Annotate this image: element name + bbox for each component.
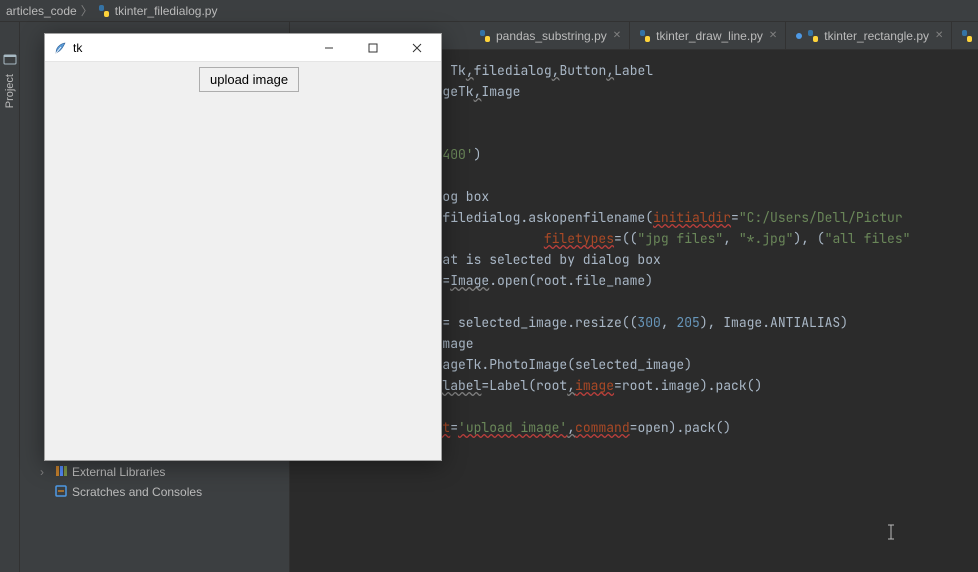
close-icon[interactable]: ✕ (613, 30, 621, 41)
chevron-right-icon: › (40, 465, 50, 479)
modified-dot-icon (796, 33, 802, 39)
tk-window-body: upload image (45, 62, 441, 460)
python-file-icon (806, 29, 820, 43)
tab-tkinter-filedialog-partial[interactable]: tki (952, 22, 978, 49)
tab-tkinter-rectangle[interactable]: tkinter_rectangle.py ✕ (786, 22, 952, 49)
tree-item-label: External Libraries (72, 465, 165, 479)
text-cursor-icon (824, 502, 834, 520)
tree-item-label: Scratches and Consoles (72, 485, 202, 499)
tk-titlebar[interactable]: tk (45, 34, 441, 62)
python-file-icon (960, 29, 974, 43)
python-file-icon (638, 29, 652, 43)
feather-icon (53, 41, 67, 55)
project-tool-rail[interactable]: Project (0, 22, 20, 572)
python-file-icon (478, 29, 492, 43)
minimize-button[interactable] (307, 34, 351, 62)
breadcrumb-separator: 〉 (81, 2, 93, 19)
scratches-icon (54, 484, 68, 501)
upload-image-button[interactable]: upload image (199, 67, 299, 92)
close-button[interactable] (395, 34, 439, 62)
tk-window-title: tk (73, 41, 307, 55)
python-file-icon (97, 4, 111, 18)
maximize-button[interactable] (351, 34, 395, 62)
breadcrumb: articles_code 〉 tkinter_filedialog.py (0, 0, 978, 22)
breadcrumb-file[interactable]: tkinter_filedialog.py (97, 4, 218, 18)
tk-window[interactable]: tk upload image (44, 33, 442, 461)
close-icon[interactable]: ✕ (769, 30, 777, 41)
tree-scratches[interactable]: Scratches and Consoles (26, 482, 283, 502)
tab-tkinter-draw-line[interactable]: tkinter_draw_line.py ✕ (630, 22, 786, 49)
library-icon (54, 464, 68, 481)
tree-external-libraries[interactable]: › External Libraries (26, 462, 283, 482)
close-icon[interactable]: ✕ (935, 30, 943, 41)
project-rail-label: Project (4, 74, 16, 108)
tab-pandas-substring[interactable]: pandas_substring.py ✕ (470, 22, 630, 49)
project-rail-icon (3, 52, 17, 66)
breadcrumb-folder[interactable]: articles_code (6, 4, 77, 18)
